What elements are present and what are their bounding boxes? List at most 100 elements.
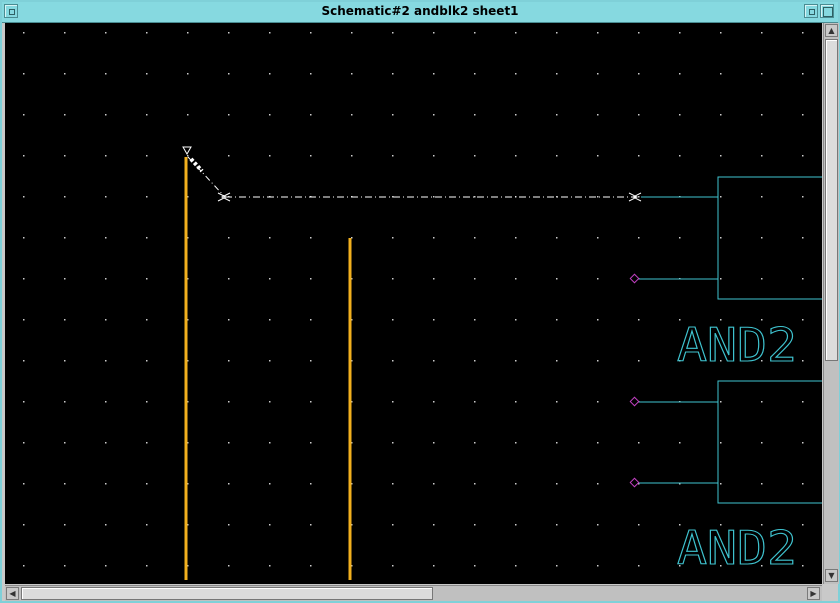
gate-body — [717, 176, 822, 300]
grid-dot — [474, 278, 476, 280]
grid-dot — [556, 114, 558, 116]
grid-dot — [105, 442, 107, 444]
grid-dot — [556, 278, 558, 280]
grid-dot — [638, 319, 640, 321]
grid-dot — [720, 32, 722, 34]
vertical-scrollbar[interactable]: ▲ ▼ — [823, 23, 839, 584]
grid-dot — [720, 114, 722, 116]
grid-dot — [392, 319, 394, 321]
grid-dot — [597, 278, 599, 280]
grid-dot — [556, 483, 558, 485]
grid-dot — [679, 155, 681, 157]
grid-dot — [597, 442, 599, 444]
grid-dot — [474, 483, 476, 485]
scroll-up-icon[interactable]: ▲ — [825, 24, 838, 37]
grid-dot — [679, 114, 681, 116]
grid-dots — [23, 32, 804, 567]
grid-dot — [392, 32, 394, 34]
grid-dot — [720, 401, 722, 403]
grid-dot — [474, 565, 476, 567]
scroll-left-icon[interactable]: ◀ — [6, 587, 19, 600]
grid-dot — [23, 401, 25, 403]
grid-dot — [515, 360, 517, 362]
schematic-canvas[interactable]: AND2 AND2 — [5, 23, 822, 584]
grid-dot — [679, 442, 681, 444]
grid-dot — [269, 565, 271, 567]
grid-dot — [228, 155, 230, 157]
grid-dot — [105, 524, 107, 526]
grid-dot — [269, 401, 271, 403]
grid-dot — [474, 114, 476, 116]
scrollbar-corner — [823, 585, 838, 600]
grid-dot — [597, 319, 599, 321]
grid-dot — [228, 483, 230, 485]
grid-dot — [392, 565, 394, 567]
grid-dot — [23, 565, 25, 567]
grid-dot — [556, 32, 558, 34]
grid-dot — [146, 155, 148, 157]
grid-dot — [105, 401, 107, 403]
and2-gate-1[interactable] — [629, 176, 822, 300]
grid-dot — [720, 196, 722, 198]
grid-dot — [433, 73, 435, 75]
grid-dot — [105, 278, 107, 280]
grid-dot — [64, 319, 66, 321]
grid-dot — [310, 524, 312, 526]
grid-dot — [228, 73, 230, 75]
scroll-right-icon[interactable]: ▶ — [807, 587, 820, 600]
grid-dot — [515, 114, 517, 116]
grid-dot — [515, 565, 517, 567]
horizontal-scrollbar[interactable]: ◀ ▶ — [5, 585, 822, 601]
grid-dot — [761, 196, 763, 198]
grid-dot — [638, 237, 640, 239]
grid-dot — [228, 237, 230, 239]
grid-dot — [392, 401, 394, 403]
gate-label-1: AND2 — [677, 318, 797, 372]
pin-marker-icon — [629, 477, 640, 488]
grid-dot — [802, 237, 804, 239]
net-in-progress[interactable] — [182, 146, 642, 202]
grid-dot — [638, 155, 640, 157]
grid-dot — [269, 114, 271, 116]
grid-dot — [761, 401, 763, 403]
grid-dot — [556, 360, 558, 362]
grid-dot — [392, 114, 394, 116]
minimize-icon[interactable] — [804, 4, 818, 18]
grid-dot — [597, 565, 599, 567]
grid-dot — [515, 32, 517, 34]
grid-dot — [228, 278, 230, 280]
grid-dot — [146, 319, 148, 321]
title-bar[interactable]: Schematic#2 andblk2 sheet1 — [2, 2, 838, 23]
grid-dot — [556, 442, 558, 444]
and2-gate-2[interactable] — [629, 380, 822, 504]
grid-dot — [351, 73, 353, 75]
grid-dot — [761, 278, 763, 280]
grid-dot — [802, 114, 804, 116]
maximize-icon[interactable] — [820, 4, 834, 18]
grid-dot — [433, 401, 435, 403]
grid-dot — [23, 73, 25, 75]
scroll-down-icon[interactable]: ▼ — [825, 569, 838, 582]
grid-dot — [597, 237, 599, 239]
schematic-drawing[interactable]: AND2 AND2 — [5, 23, 822, 584]
grid-dot — [761, 237, 763, 239]
grid-dot — [515, 401, 517, 403]
grid-dot — [310, 278, 312, 280]
grid-dot — [802, 442, 804, 444]
grid-dot — [64, 524, 66, 526]
grid-dot — [351, 32, 353, 34]
grid-dot — [433, 360, 435, 362]
grid-dot — [105, 155, 107, 157]
grid-dot — [392, 442, 394, 444]
horizontal-scroll-thumb[interactable] — [21, 587, 433, 600]
grid-dot — [761, 73, 763, 75]
vertical-scroll-thumb[interactable] — [825, 39, 838, 361]
grid-dot — [23, 196, 25, 198]
grid-dot — [310, 319, 312, 321]
grid-dot — [105, 360, 107, 362]
grid-dot — [23, 524, 25, 526]
grid-dot — [310, 483, 312, 485]
grid-dot — [146, 360, 148, 362]
grid-dot — [433, 319, 435, 321]
grid-dot — [597, 114, 599, 116]
